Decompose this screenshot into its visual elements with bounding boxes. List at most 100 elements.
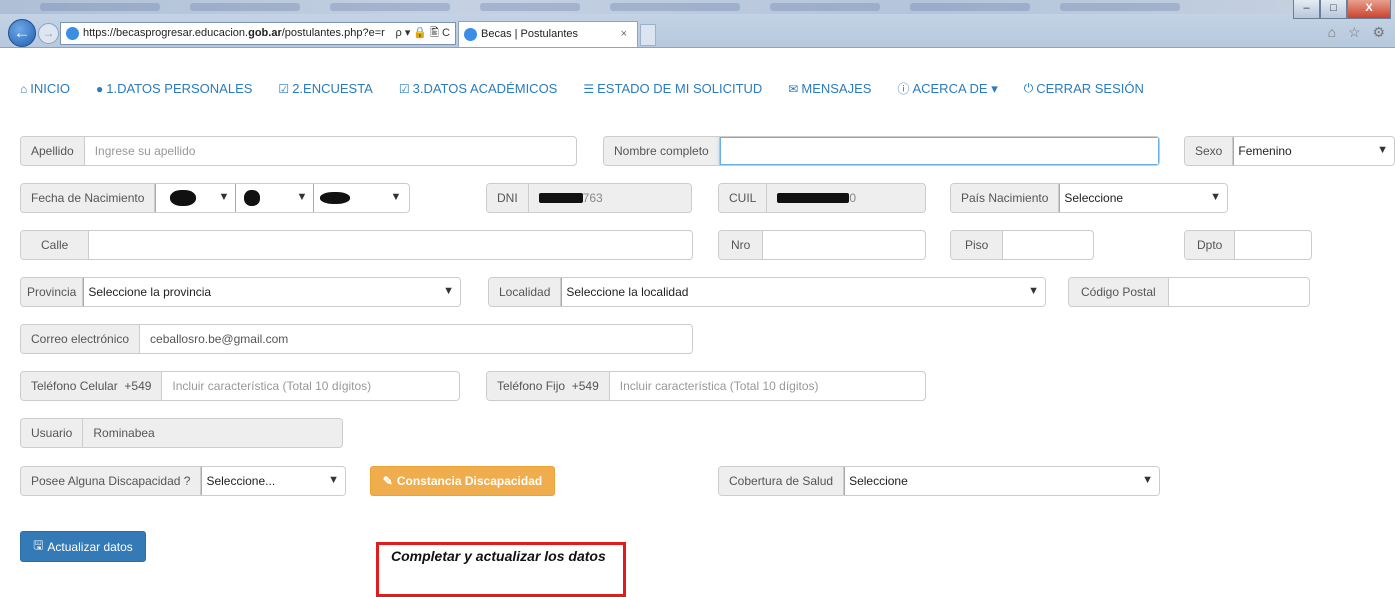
back-button[interactable]: ← — [8, 19, 36, 47]
localidad-value: Seleccione la localidad — [566, 285, 689, 299]
codigo-postal-input[interactable] — [1169, 278, 1309, 306]
maximize-button[interactable]: □ — [1320, 0, 1347, 19]
nro-label: Nro — [719, 231, 764, 259]
pais-select[interactable]: Seleccione ▼ — [1059, 184, 1227, 212]
telefono-celular-input[interactable]: Incluir característica (Total 10 dígitos… — [162, 372, 459, 400]
constancia-discapacidad-button[interactable]: ✎ Constancia Discapacidad — [370, 466, 555, 496]
cuil-input: 0 — [767, 184, 925, 212]
discapacidad-select[interactable]: Seleccione... ▼ — [201, 467, 345, 495]
telefono-celular-prefix: +549 — [124, 379, 152, 393]
nombre-label: Nombre completo — [604, 137, 720, 165]
nav-datos-academicos[interactable]: ☑ 3.DATOS ACADÉMICOS — [399, 80, 558, 97]
redacted-value — [320, 192, 351, 204]
nav-datos-personales[interactable]: ● 1.DATOS PERSONALES — [96, 80, 252, 97]
minimize-button[interactable]: – — [1293, 0, 1320, 19]
actualizar-datos-button[interactable]: 🖫 Actualizar datos — [20, 531, 146, 562]
redacted-value — [777, 193, 850, 203]
paperclip-icon: ✎ — [382, 474, 393, 488]
localidad-select[interactable]: Seleccione la localidad ▼ — [561, 278, 1045, 306]
provincia-select[interactable]: Seleccione la provincia ▼ — [83, 278, 460, 306]
browser-toolbar-icons[interactable]: ⌂ ☆ ⚙ — [1328, 24, 1389, 41]
nav-label: CERRAR SESIÓN — [1036, 81, 1144, 96]
nav-cerrar-sesion[interactable]: ⏻ CERRAR SESIÓN — [1024, 80, 1144, 97]
nav-label: ESTADO DE MI SOLICITUD — [597, 81, 763, 96]
chevron-down-icon: ▼ — [1028, 285, 1039, 297]
correo-label: Correo electrónico — [21, 325, 141, 353]
main-nav: ⌂ INICIO ● 1.DATOS PERSONALES ☑ 2.ENCUESTA … — [20, 80, 1170, 97]
apellido-input[interactable]: Ingrese su apellido — [85, 137, 576, 165]
sexo-select[interactable]: Femenino ▼ — [1233, 137, 1394, 165]
address-controls[interactable]: ρ ▾ 🔒 🖺 C — [396, 23, 451, 44]
edit-icon: ☑ — [278, 81, 290, 96]
user-icon: ● — [95, 81, 104, 96]
edit-icon: ☑ — [398, 81, 410, 96]
correo-input[interactable]: ceballosro.be@gmail.com — [140, 325, 692, 353]
dia-select[interactable]: ▼ — [155, 184, 236, 212]
sexo-label: Sexo — [1185, 137, 1234, 165]
nombre-input[interactable] — [719, 137, 1159, 165]
cobertura-value: Seleccione — [849, 474, 908, 488]
background-tabs — [0, 0, 1395, 14]
fecha-nacimiento-label: Fecha de Nacimiento — [21, 184, 156, 212]
url-prefix: https://becasprogresar.educacion. — [83, 27, 249, 39]
pais-label: País Nacimiento — [951, 184, 1060, 212]
tab-close-icon[interactable]: × — [621, 22, 627, 46]
telefono-fijo-text: Teléfono Fijo — [497, 379, 566, 393]
telefono-fijo-group: Teléfono Fijo +549 Incluir característic… — [486, 371, 926, 401]
mes-select[interactable]: ▼ — [235, 184, 314, 212]
nav-mensajes[interactable]: ✉ MENSAJES — [788, 80, 871, 97]
nro-input[interactable] — [763, 231, 925, 259]
telefono-fijo-input[interactable]: Incluir característica (Total 10 dígitos… — [610, 372, 925, 400]
browser-tab-active[interactable]: Becas | Postulantes × — [458, 21, 638, 47]
provincia-label: Provincia — [21, 278, 84, 306]
redacted-value — [170, 190, 197, 206]
site-icon — [66, 27, 79, 40]
usuario-input: Rominabea — [83, 419, 342, 447]
close-window-button[interactable]: X — [1347, 0, 1391, 19]
nav-label: ACERCA DE ▾ — [912, 80, 998, 96]
window-controls: – □ X — [1293, 0, 1391, 20]
nav-estado-solicitud[interactable]: ☰ ESTADO DE MI SOLICITUD — [583, 80, 762, 97]
piso-input[interactable] — [1003, 231, 1093, 259]
power-icon: ⏻ — [1023, 81, 1034, 95]
url-domain: gob.ar — [248, 27, 282, 39]
info-icon: ⓘ — [897, 82, 910, 96]
nombre-group: Nombre completo — [603, 136, 1160, 166]
telefono-celular-label: Teléfono Celular +549 — [21, 372, 163, 400]
home-icon: ⌂ — [20, 81, 28, 96]
dpto-group: Dpto — [1184, 230, 1312, 260]
dni-input: 763 — [528, 184, 691, 212]
cobertura-select[interactable]: Seleccione ▼ — [844, 467, 1159, 495]
telefono-celular-group: Teléfono Celular +549 Incluir caracterís… — [20, 371, 460, 401]
telefono-celular-text: Teléfono Celular — [31, 379, 118, 393]
localidad-group: Localidad Seleccione la localidad ▼ — [488, 277, 1046, 307]
calle-input[interactable] — [89, 231, 692, 259]
sexo-group: Sexo Femenino ▼ — [1184, 136, 1395, 166]
constancia-label: Constancia Discapacidad — [396, 474, 543, 488]
annotation-box: Completar y actualizar los datos — [376, 542, 626, 597]
fecha-nacimiento-group: Fecha de Nacimiento ▼ ▼ ▼ — [20, 183, 410, 213]
url-suffix: /postulantes.php?e=r — [281, 27, 385, 39]
nav-label: 1.DATOS PERSONALES — [106, 81, 253, 96]
anio-select[interactable]: ▼ — [313, 184, 408, 212]
tab-icon — [464, 28, 477, 41]
nro-group: Nro — [718, 230, 926, 260]
usuario-label: Usuario — [21, 419, 84, 447]
nav-acerca-de[interactable]: ⓘ ACERCA DE ▾ — [897, 80, 997, 97]
forward-button[interactable]: → — [38, 23, 59, 44]
chevron-down-icon: ▼ — [1142, 474, 1153, 486]
chevron-down-icon: ▼ — [218, 191, 230, 203]
nav-encuesta[interactable]: ☑ 2.ENCUESTA — [278, 80, 372, 97]
actualizar-label: Actualizar datos — [47, 539, 133, 554]
provincia-group: Provincia Seleccione la provincia ▼ — [20, 277, 461, 307]
pais-group: País Nacimiento Seleccione ▼ — [950, 183, 1228, 213]
address-bar[interactable]: https://becasprogresar.educacion.gob.ar/… — [60, 22, 456, 45]
pais-value: Seleccione — [1064, 191, 1124, 205]
tab-title: Becas | Postulantes — [481, 28, 579, 40]
nav-label: 3.DATOS ACADÉMICOS — [412, 81, 558, 96]
correo-group: Correo electrónico ceballosro.be@gmail.c… — [20, 324, 693, 354]
dpto-input[interactable] — [1235, 231, 1311, 259]
piso-group: Piso — [950, 230, 1094, 260]
new-tab-button[interactable] — [640, 24, 656, 46]
nav-inicio[interactable]: ⌂ INICIO — [20, 80, 70, 97]
